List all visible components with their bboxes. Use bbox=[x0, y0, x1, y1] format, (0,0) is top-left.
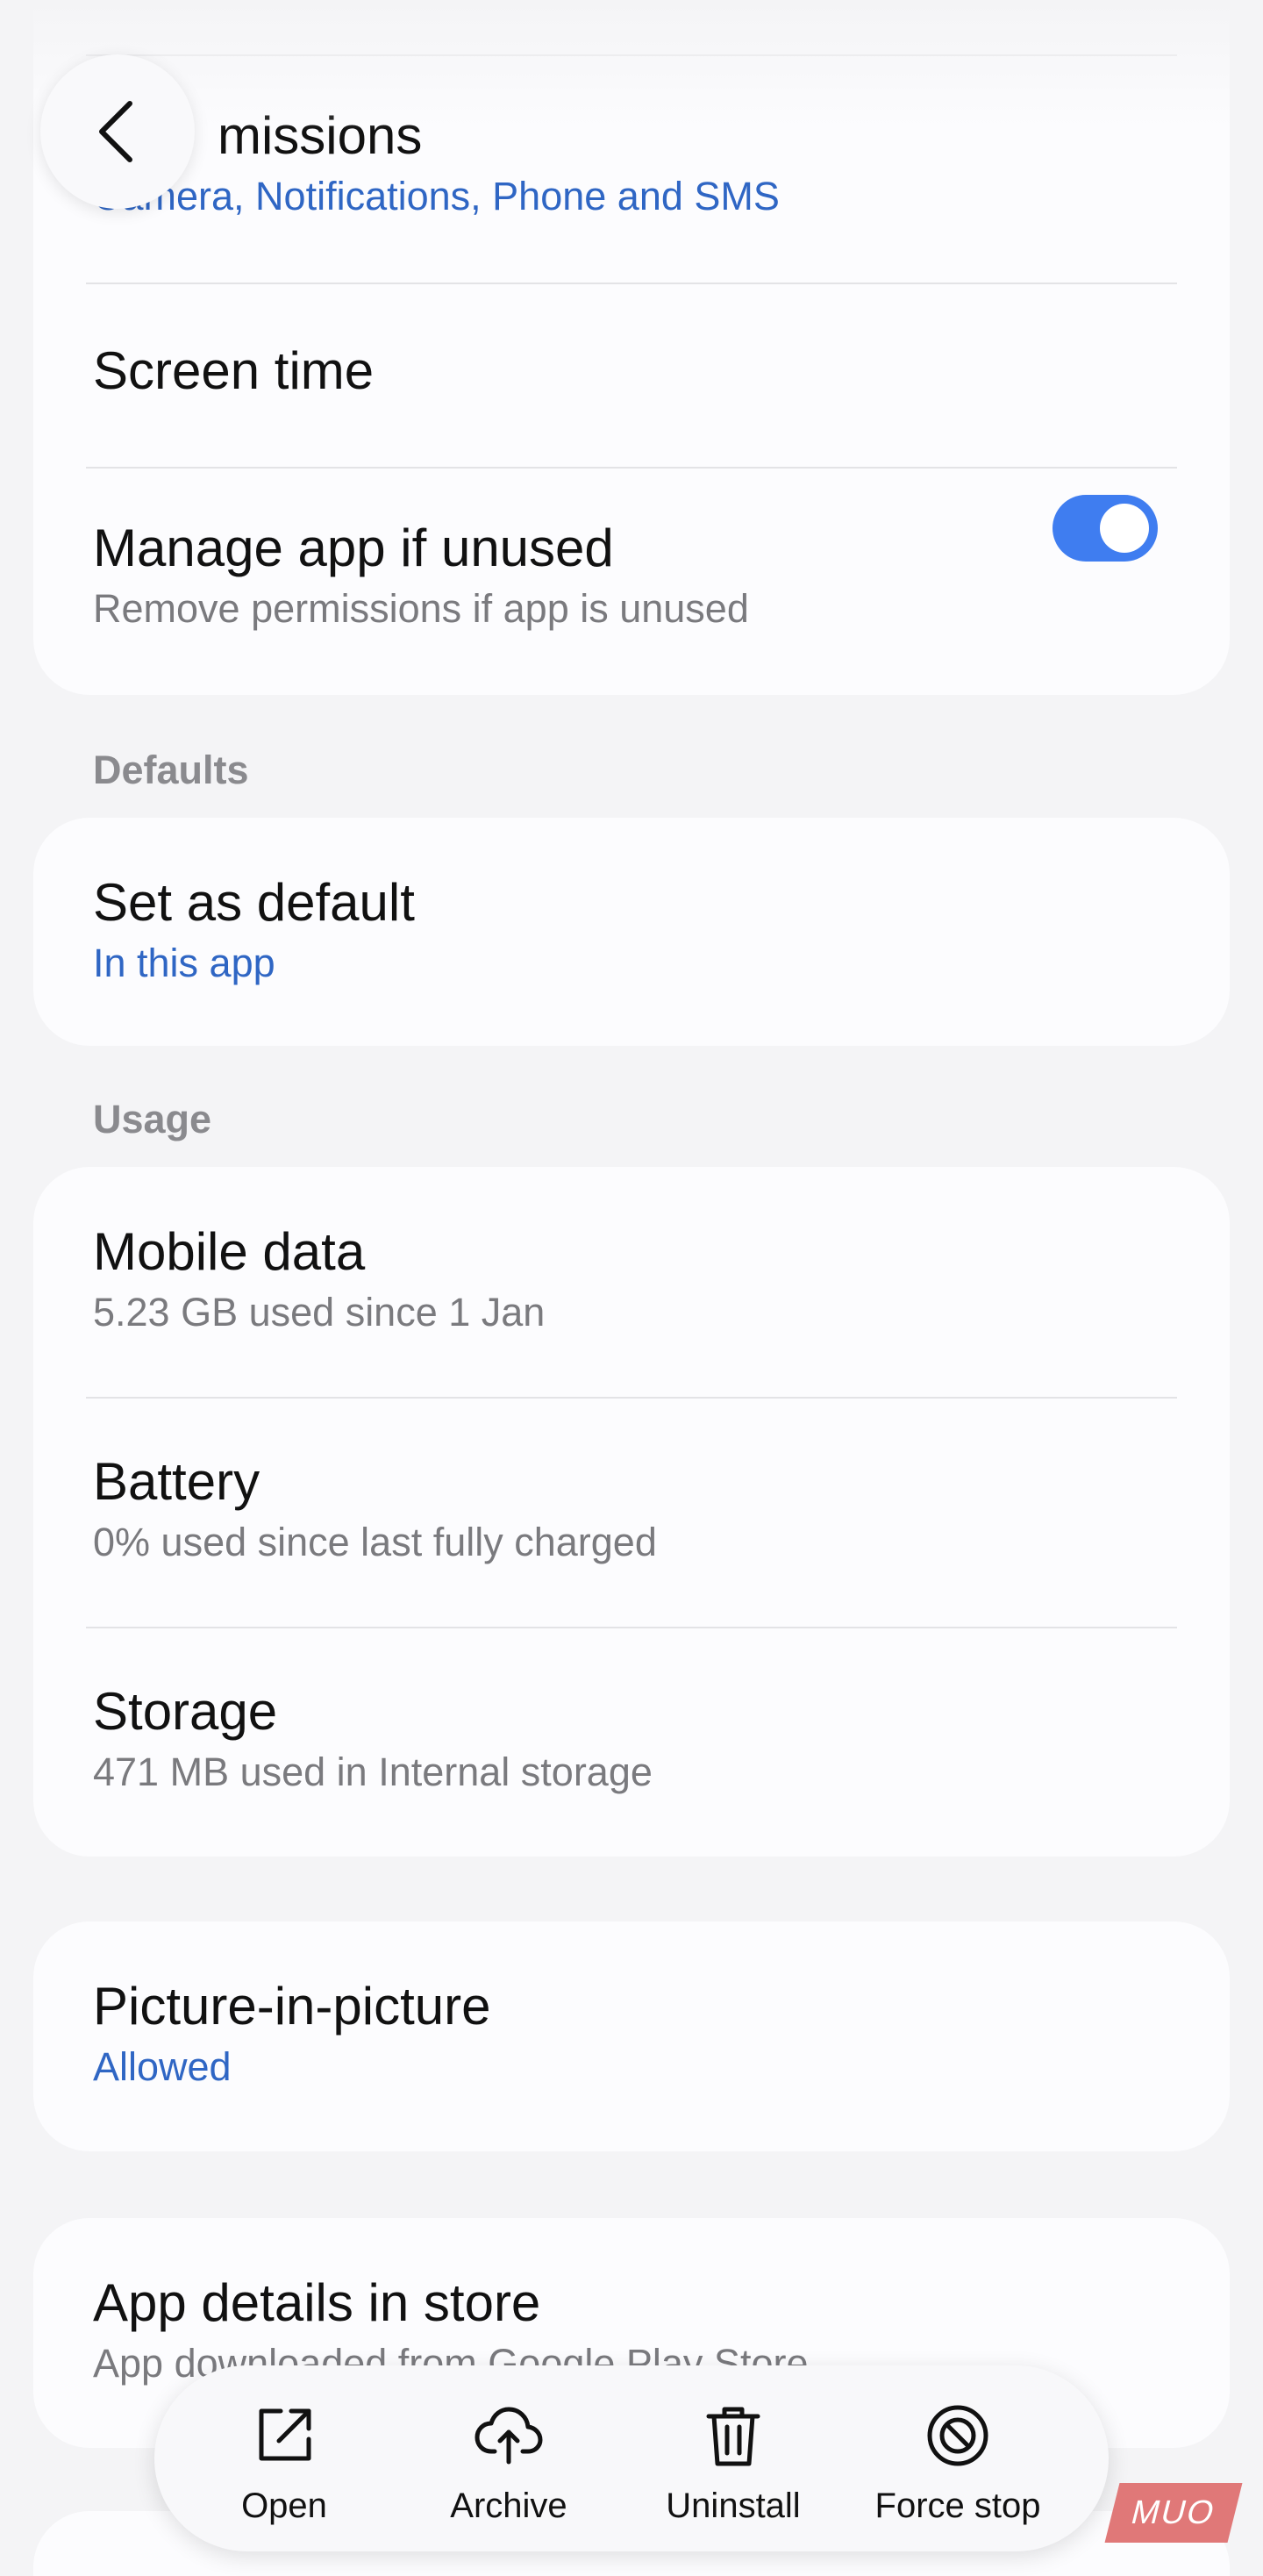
manage-unused-toggle[interactable] bbox=[1052, 495, 1158, 562]
cloud-upload-icon bbox=[475, 2407, 543, 2465]
back-button[interactable] bbox=[40, 54, 195, 209]
divider bbox=[86, 1627, 1177, 1628]
app-info-card: missions Camera, Notifications, Phone an… bbox=[33, 0, 1230, 695]
permissions-title: missions bbox=[218, 106, 423, 165]
screen-time-item[interactable]: Screen time bbox=[33, 340, 1230, 402]
manage-unused-item[interactable]: Manage app if unused Remove permissions … bbox=[33, 518, 1230, 633]
pip-value: Allowed bbox=[93, 2044, 232, 2089]
pip-card: Picture-in-picture Allowed bbox=[33, 1921, 1230, 2151]
set-as-default-value: In this app bbox=[93, 941, 275, 985]
defaults-card: Set as default In this app bbox=[33, 818, 1230, 1046]
storage-title: Storage bbox=[93, 1682, 278, 1741]
trash-icon bbox=[706, 2407, 760, 2466]
permissions-value: Camera, Notifications, Phone and SMS bbox=[93, 174, 780, 218]
mobile-data-title: Mobile data bbox=[93, 1222, 366, 1281]
toggle-knob bbox=[1100, 504, 1149, 553]
store-title: App details in store bbox=[93, 2273, 541, 2332]
set-as-default-item[interactable]: Set as default In this app bbox=[33, 872, 1230, 988]
open-button[interactable]: Open bbox=[179, 2401, 389, 2526]
chevron-left-icon bbox=[99, 101, 132, 162]
defaults-section-label: Defaults bbox=[93, 748, 249, 792]
pip-item[interactable]: Picture-in-picture Allowed bbox=[33, 1976, 1230, 2092]
usage-section-label: Usage bbox=[93, 1097, 212, 1141]
battery-item[interactable]: Battery 0% used since last fully charged bbox=[33, 1451, 1230, 1567]
bottom-action-bar: Open Archive Uninstall Force stop bbox=[154, 2365, 1109, 2551]
usage-card: Mobile data 5.23 GB used since 1 Jan Bat… bbox=[33, 1167, 1230, 1857]
mobile-data-item[interactable]: Mobile data 5.23 GB used since 1 Jan bbox=[33, 1221, 1230, 1337]
uninstall-label: Uninstall bbox=[666, 2487, 801, 2525]
pip-title: Picture-in-picture bbox=[93, 1977, 491, 2036]
permissions-item[interactable]: missions Camera, Notifications, Phone an… bbox=[33, 105, 1230, 221]
screen-time-title: Screen time bbox=[93, 341, 375, 400]
force-stop-button[interactable]: Force stop bbox=[853, 2401, 1063, 2526]
muo-watermark: MUO bbox=[1104, 2483, 1243, 2543]
archive-button[interactable]: Archive bbox=[403, 2401, 614, 2526]
divider bbox=[86, 467, 1177, 469]
mobile-data-subtitle: 5.23 GB used since 1 Jan bbox=[93, 1290, 546, 1335]
set-as-default-title: Set as default bbox=[93, 873, 415, 932]
battery-title: Battery bbox=[93, 1452, 260, 1511]
uninstall-button[interactable]: Uninstall bbox=[628, 2401, 838, 2526]
battery-subtitle: 0% used since last fully charged bbox=[93, 1520, 657, 1564]
divider bbox=[86, 54, 1177, 56]
divider bbox=[86, 1397, 1177, 1399]
block-icon bbox=[927, 2405, 988, 2466]
divider bbox=[86, 283, 1177, 284]
manage-unused-subtitle: Remove permissions if app is unused bbox=[93, 586, 749, 631]
archive-label: Archive bbox=[450, 2487, 567, 2525]
storage-item[interactable]: Storage 471 MB used in Internal storage bbox=[33, 1681, 1230, 1797]
storage-subtitle: 471 MB used in Internal storage bbox=[93, 1750, 653, 1794]
open-label: Open bbox=[241, 2487, 327, 2525]
open-external-icon bbox=[259, 2408, 311, 2461]
force-stop-label: Force stop bbox=[874, 2487, 1041, 2525]
